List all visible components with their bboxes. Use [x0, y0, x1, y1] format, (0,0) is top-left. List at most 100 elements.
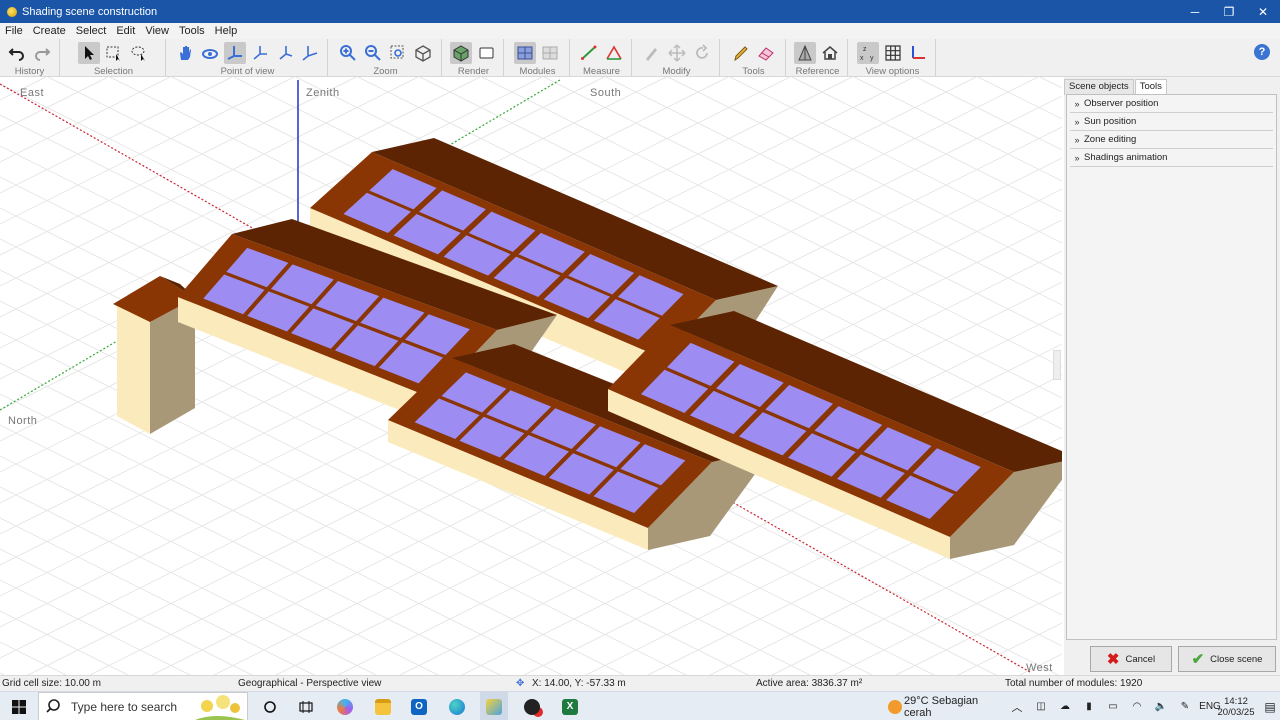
redo-icon[interactable] [31, 42, 53, 64]
weather-text[interactable]: 29°C Sebagian cerah [904, 692, 1000, 720]
section-sun-position[interactable]: » Sun position [1070, 113, 1273, 131]
modules-group: Modules [506, 39, 570, 77]
eraser-icon[interactable] [755, 42, 777, 64]
tower-front-wall [117, 304, 150, 434]
cancel-button[interactable]: ✖ Cancel [1090, 646, 1172, 672]
flowers-decoration-icon [195, 695, 245, 720]
tray-chevron-icon[interactable]: ︿ [1008, 692, 1026, 720]
tools-label: Tools [742, 66, 765, 77]
east-label: East [20, 87, 45, 99]
menu-help[interactable]: Help [210, 25, 243, 37]
panel-splitter[interactable] [1053, 350, 1061, 380]
pointer-icon[interactable] [77, 42, 100, 64]
modules-label: Modules [519, 66, 556, 77]
zoom-group: Zoom [330, 39, 442, 77]
media-app-icon[interactable] [518, 692, 546, 720]
task-view-icon[interactable] [258, 692, 282, 720]
zoom-out-icon[interactable] [362, 42, 384, 64]
section-label: Sun position [1084, 116, 1137, 127]
menu-select[interactable]: Select [71, 25, 112, 37]
modify-rotate-icon[interactable] [691, 42, 713, 64]
section-observer-position[interactable]: » Observer position [1070, 95, 1273, 113]
maximize-button[interactable]: ❐ [1212, 0, 1246, 23]
measure-line-icon[interactable] [578, 42, 600, 64]
pencil-icon[interactable] [730, 42, 752, 64]
modify-edit-icon[interactable] [641, 42, 663, 64]
measure-angle-icon[interactable] [603, 42, 625, 64]
menu-create[interactable]: Create [28, 25, 71, 37]
section-shadings-animation[interactable]: » Shadings animation [1070, 149, 1273, 167]
notifications-icon[interactable]: ▤ [1260, 692, 1280, 720]
render-group: Render [444, 39, 504, 77]
view-y-icon[interactable] [274, 42, 296, 64]
svg-text:z: z [863, 46, 867, 53]
volume-icon[interactable]: 🔈 [1152, 692, 1170, 720]
axes-view-icon[interactable] [224, 42, 246, 64]
file-explorer-icon[interactable] [370, 692, 396, 720]
expand-chevron-icon: » [1074, 98, 1080, 109]
tab-tools[interactable]: Tools [1134, 79, 1167, 95]
grid-icon[interactable] [882, 42, 904, 64]
axes-toggle-icon[interactable] [907, 42, 929, 64]
menu-view[interactable]: View [140, 25, 174, 37]
copilot-icon[interactable] [332, 692, 358, 720]
pen-icon[interactable]: ✎ [1176, 692, 1194, 720]
excel-icon[interactable]: X [556, 692, 584, 720]
modules-show-icon[interactable] [514, 42, 536, 64]
orbit-icon[interactable] [199, 42, 221, 64]
reference-cone-icon[interactable] [794, 42, 816, 64]
rect-select-icon[interactable] [103, 42, 125, 64]
menu-file[interactable]: File [0, 25, 28, 37]
modify-move-icon[interactable] [666, 42, 688, 64]
bluetooth-device-icon[interactable]: ◫ [1032, 692, 1050, 720]
zoom-label: Zoom [373, 66, 398, 77]
expand-chevron-icon: » [1074, 152, 1080, 163]
search-placeholder: Type here to search [71, 699, 178, 714]
cancel-x-icon: ✖ [1106, 651, 1120, 668]
minimize-button[interactable]: ─ [1178, 0, 1212, 23]
usb-icon[interactable]: ▮ [1080, 692, 1098, 720]
scene-canvas[interactable] [0, 77, 1062, 675]
grid-size-status: Grid cell size: 10.00 m [2, 678, 101, 689]
clock[interactable]: 14:12 20/03/25 [1212, 692, 1260, 720]
tab-scene-objects[interactable]: Scene objects [1064, 79, 1134, 95]
wifi-icon[interactable]: ◠ [1128, 692, 1146, 720]
section-zone-editing[interactable]: » Zone editing [1070, 131, 1273, 149]
scene-viewport[interactable]: East Zenith South North West [0, 77, 1062, 675]
menu-edit[interactable]: Edit [111, 25, 140, 37]
zoom-fit-icon[interactable] [412, 42, 434, 64]
widgets-icon[interactable] [294, 692, 318, 720]
reference-house-icon[interactable] [819, 42, 841, 64]
battery-icon[interactable]: ▭ [1104, 692, 1122, 720]
taskbar-search[interactable]: Type here to search [38, 692, 248, 720]
cloud-icon[interactable]: ☁ [1056, 692, 1074, 720]
axis-labels-icon[interactable]: zxy [856, 42, 879, 64]
reference-group: Reference [788, 39, 848, 77]
close-scene-button[interactable]: ✔ Close scene [1178, 646, 1276, 672]
expand-chevron-icon: » [1074, 134, 1080, 145]
outlook-icon[interactable]: O [406, 692, 432, 720]
help-button[interactable]: ? [1254, 44, 1270, 60]
zoom-window-icon[interactable] [387, 42, 409, 64]
tools-group: Tools [722, 39, 786, 77]
undo-icon[interactable] [6, 42, 28, 64]
view-x-icon[interactable] [249, 42, 271, 64]
pan-hand-icon[interactable] [174, 42, 196, 64]
zoom-in-icon[interactable] [337, 42, 359, 64]
lasso-select-icon[interactable] [128, 42, 150, 64]
pvsyst-app-icon[interactable] [480, 692, 508, 720]
selection-group: Selection [62, 39, 166, 77]
menu-tools[interactable]: Tools [174, 25, 210, 37]
cursor-crosshair-icon: ✥ [516, 678, 525, 689]
history-group: History [0, 39, 60, 77]
modules-hide-icon[interactable] [539, 42, 561, 64]
render-wire-icon[interactable] [475, 42, 497, 64]
clock-date: 20/03/25 [1217, 706, 1255, 718]
edge-browser-icon[interactable] [444, 692, 470, 720]
weather-icon[interactable] [884, 692, 906, 720]
windows-start-icon[interactable] [6, 692, 32, 720]
render-solid-icon[interactable] [450, 42, 472, 64]
toolbar: History Selection Point of view Zoom Ren… [0, 39, 1280, 77]
view-z-icon[interactable] [299, 42, 321, 64]
close-window-button[interactable]: ✕ [1246, 0, 1280, 23]
